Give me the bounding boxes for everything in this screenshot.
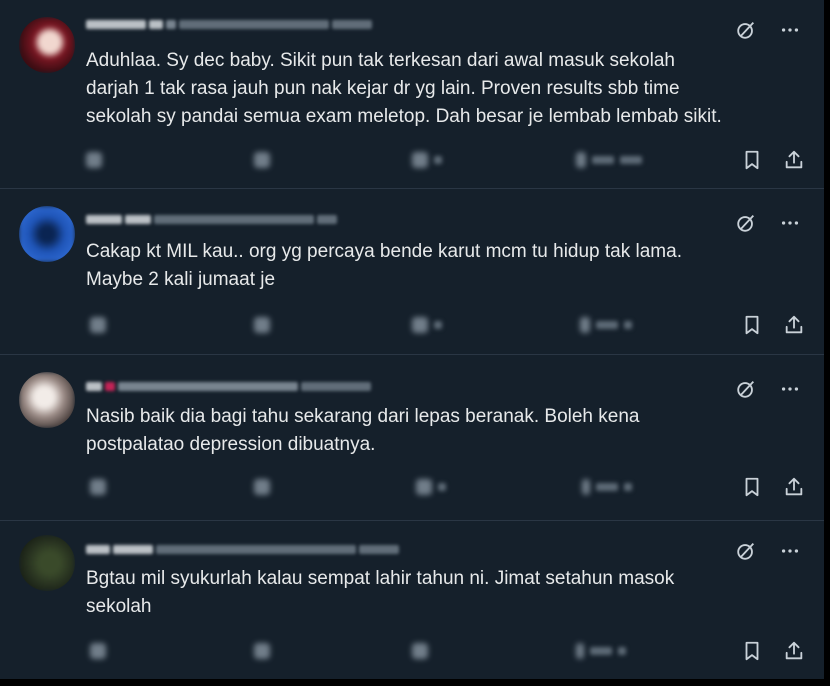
grok-icon[interactable] bbox=[734, 539, 758, 563]
views-action-redacted[interactable] bbox=[582, 479, 632, 495]
views-action-redacted[interactable] bbox=[580, 317, 632, 333]
reply-text: Aduhlaa. Sy dec baby. Sikit pun tak terk… bbox=[86, 50, 722, 127]
bookmark-icon[interactable] bbox=[740, 148, 764, 172]
replies-panel: Aduhlaa. Sy dec baby. Sikit pun tak terk… bbox=[0, 0, 824, 679]
repost-action-redacted[interactable] bbox=[254, 152, 270, 168]
author-header-redacted[interactable] bbox=[86, 543, 399, 555]
reply-item[interactable]: Bgtau mil syukurlah kalau sempat lahir t… bbox=[0, 521, 824, 679]
like-action-redacted[interactable] bbox=[412, 643, 428, 659]
author-header-redacted[interactable] bbox=[86, 380, 371, 392]
share-icon[interactable] bbox=[782, 313, 806, 337]
share-icon[interactable] bbox=[782, 639, 806, 663]
bookmark-icon[interactable] bbox=[740, 639, 764, 663]
reply-item[interactable]: Nasib baik dia bagi tahu sekarang dari l… bbox=[0, 355, 824, 521]
views-action-redacted[interactable] bbox=[576, 152, 642, 168]
views-action-redacted[interactable] bbox=[576, 643, 626, 659]
author-header-redacted[interactable] bbox=[86, 213, 337, 225]
more-icon[interactable] bbox=[778, 18, 802, 42]
reply-text: Cakap kt MIL kau.. org yg percaya bende … bbox=[86, 241, 682, 290]
repost-action-redacted[interactable] bbox=[254, 479, 270, 495]
bookmark-icon[interactable] bbox=[740, 475, 764, 499]
share-icon[interactable] bbox=[782, 148, 806, 172]
avatar[interactable] bbox=[19, 372, 75, 428]
reply-action-redacted[interactable] bbox=[86, 152, 102, 168]
more-icon[interactable] bbox=[778, 377, 802, 401]
reply-action-redacted[interactable] bbox=[90, 479, 106, 495]
action-bar bbox=[86, 148, 806, 174]
like-action-redacted[interactable] bbox=[412, 152, 442, 168]
like-action-redacted[interactable] bbox=[416, 479, 446, 495]
avatar[interactable] bbox=[19, 17, 75, 73]
like-action-redacted[interactable] bbox=[412, 317, 442, 333]
more-icon[interactable] bbox=[778, 539, 802, 563]
grok-icon[interactable] bbox=[734, 211, 758, 235]
avatar[interactable] bbox=[19, 535, 75, 591]
share-icon[interactable] bbox=[782, 475, 806, 499]
reply-text: Nasib baik dia bagi tahu sekarang dari l… bbox=[86, 406, 640, 455]
avatar[interactable] bbox=[19, 206, 75, 262]
reply-action-redacted[interactable] bbox=[90, 317, 106, 333]
more-icon[interactable] bbox=[778, 211, 802, 235]
author-header-redacted[interactable] bbox=[86, 18, 372, 30]
reply-text: Bgtau mil syukurlah kalau sempat lahir t… bbox=[86, 568, 675, 617]
action-bar bbox=[86, 475, 806, 501]
bookmark-icon[interactable] bbox=[740, 313, 764, 337]
repost-action-redacted[interactable] bbox=[254, 317, 270, 333]
reply-item[interactable]: Cakap kt MIL kau.. org yg percaya bende … bbox=[0, 189, 824, 355]
reply-item[interactable]: Aduhlaa. Sy dec baby. Sikit pun tak terk… bbox=[0, 0, 824, 189]
reply-action-redacted[interactable] bbox=[90, 643, 106, 659]
action-bar bbox=[86, 639, 806, 665]
grok-icon[interactable] bbox=[734, 377, 758, 401]
grok-icon[interactable] bbox=[734, 18, 758, 42]
action-bar bbox=[86, 313, 806, 339]
repost-action-redacted[interactable] bbox=[254, 643, 270, 659]
